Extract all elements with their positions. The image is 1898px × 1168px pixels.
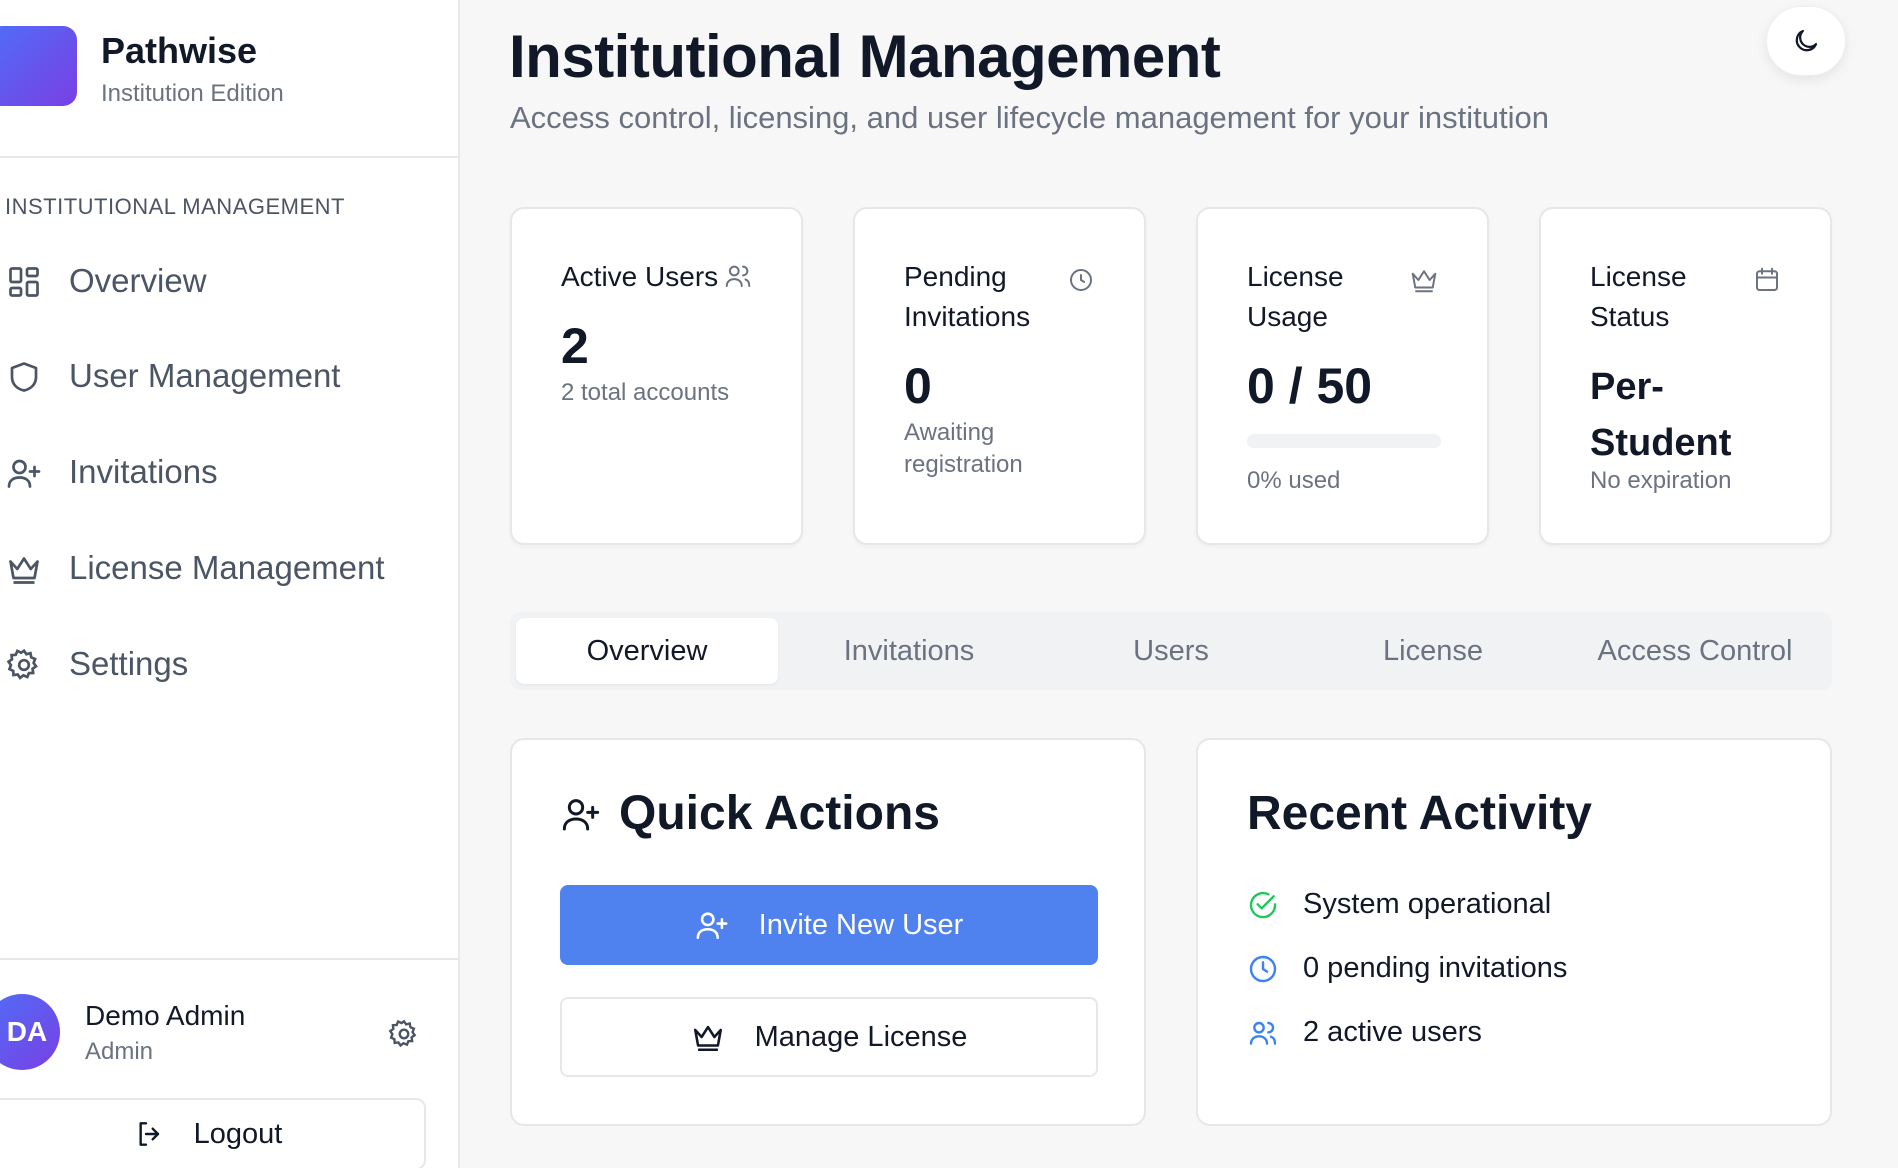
stat-note: No expiration	[1590, 467, 1732, 494]
stat-value: 0 / 50	[1247, 358, 1373, 414]
sidebar-item-label: User Management	[69, 357, 341, 394]
sidebar-item-label: Invitations	[69, 453, 218, 490]
calendar-icon	[1756, 267, 1778, 291]
activity-text: 2 active users	[1303, 1016, 1482, 1048]
brand-logo	[0, 26, 77, 106]
quick-actions-title: Quick Actions	[619, 787, 940, 840]
gear-icon[interactable]	[388, 1018, 420, 1050]
user-profile-area: DA Demo Admin Admin Logout	[0, 958, 458, 1168]
invite-new-user-label: Invite New User	[758, 908, 964, 941]
quick-actions-panel: Quick Actions Invite New User Manage Lic…	[510, 738, 1146, 1126]
sidebar: Pathwise Institution Edition INSTITUTION…	[0, 0, 460, 1168]
theme-toggle-button[interactable]	[1766, 6, 1846, 76]
nav-section-label: INSTITUTIONAL MANAGEMENT	[5, 194, 345, 219]
stat-note: 2 total accounts	[561, 379, 730, 406]
user-name: Demo Admin	[85, 1000, 246, 1031]
tab-access-control[interactable]: Access Control	[1564, 618, 1826, 684]
clock-icon	[1249, 955, 1277, 982]
sidebar-item-user-management[interactable]: User Management	[0, 346, 440, 406]
activity-text: System operational	[1303, 888, 1552, 920]
invite-new-user-button[interactable]: Invite New User	[560, 885, 1098, 965]
logout-icon	[139, 1122, 159, 1146]
manage-license-label: Manage License	[754, 1020, 968, 1053]
recent-activity-title: Recent Activity	[1247, 787, 1592, 840]
stat-value: Per-Student	[1590, 366, 1732, 464]
stat-note: 0% used	[1247, 467, 1341, 494]
logout-button[interactable]: Logout	[0, 1098, 426, 1168]
activity-item: System operational	[1247, 888, 1551, 921]
crown-icon	[693, 1025, 722, 1052]
user-plus-icon	[696, 912, 728, 940]
stat-title: License Usage	[1247, 261, 1344, 332]
sidebar-item-label: Overview	[69, 262, 207, 299]
page-title: Institutional Management	[509, 23, 1221, 90]
check-circle-icon	[1249, 891, 1277, 918]
crown-icon	[1411, 270, 1437, 293]
sidebar-item-label: License Management	[69, 549, 385, 586]
logout-label: Logout	[193, 1117, 283, 1150]
stat-title: Pending Invitations	[904, 261, 1031, 332]
brand-name: Pathwise	[101, 30, 258, 71]
page-subtitle: Access control, licensing, and user life…	[510, 100, 1549, 135]
user-role: Admin	[85, 1038, 154, 1065]
license-usage-progress	[1247, 434, 1441, 448]
activity-item: 0 pending invitations	[1247, 952, 1567, 985]
tab-invitations[interactable]: Invitations	[778, 618, 1040, 684]
stat-note: Awaiting registration	[904, 419, 1023, 478]
sidebar-item-label: Settings	[69, 645, 189, 682]
tab-license[interactable]: License	[1302, 618, 1564, 684]
user-plus-icon	[7, 459, 41, 488]
brand-header: Pathwise Institution Edition	[0, 0, 458, 158]
tab-bar: Overview Invitations Users License Acces…	[510, 612, 1832, 690]
tab-users[interactable]: Users	[1040, 618, 1302, 684]
brand-subtitle: Institution Edition	[101, 80, 284, 107]
recent-activity-panel: Recent Activity System operational 0 pen…	[1196, 738, 1832, 1126]
shield-icon	[10, 362, 38, 392]
stat-card-license-usage: License Usage 0 / 50 0% used	[1196, 207, 1489, 545]
users-icon	[1249, 1021, 1277, 1045]
user-plus-icon	[562, 798, 600, 830]
crown-icon	[9, 557, 39, 584]
gear-icon	[6, 648, 38, 680]
grid-icon	[9, 267, 39, 297]
stat-card-active-users: Active Users 2 2 total accounts	[510, 207, 803, 545]
main-content: Institutional Management Access control,…	[460, 0, 1898, 1168]
stat-title: License Status	[1590, 261, 1687, 332]
sidebar-item-overview[interactable]: Overview	[0, 251, 440, 311]
activity-text: 0 pending invitations	[1303, 952, 1568, 984]
clock-icon	[1070, 269, 1092, 291]
avatar: DA	[0, 994, 60, 1070]
stat-card-license-status: License Status Per-Student No expiration	[1539, 207, 1832, 545]
stat-card-pending-invitations: Pending Invitations 0 Awaiting registrat…	[853, 207, 1146, 545]
tab-overview[interactable]: Overview	[516, 618, 778, 684]
users-icon	[725, 265, 751, 287]
sidebar-item-invitations[interactable]: Invitations	[0, 442, 440, 502]
sidebar-item-settings[interactable]: Settings	[0, 634, 440, 694]
stat-value: 0	[904, 358, 932, 414]
manage-license-button[interactable]: Manage License	[560, 997, 1098, 1077]
activity-item: 2 active users	[1247, 1016, 1482, 1049]
moon-icon	[1795, 29, 1818, 52]
sidebar-item-license-management[interactable]: License Management	[0, 538, 440, 598]
stat-value: 2	[561, 318, 589, 374]
quick-actions-header: Quick Actions	[561, 786, 940, 841]
app-root: Pathwise Institution Edition INSTITUTION…	[0, 0, 1898, 1168]
